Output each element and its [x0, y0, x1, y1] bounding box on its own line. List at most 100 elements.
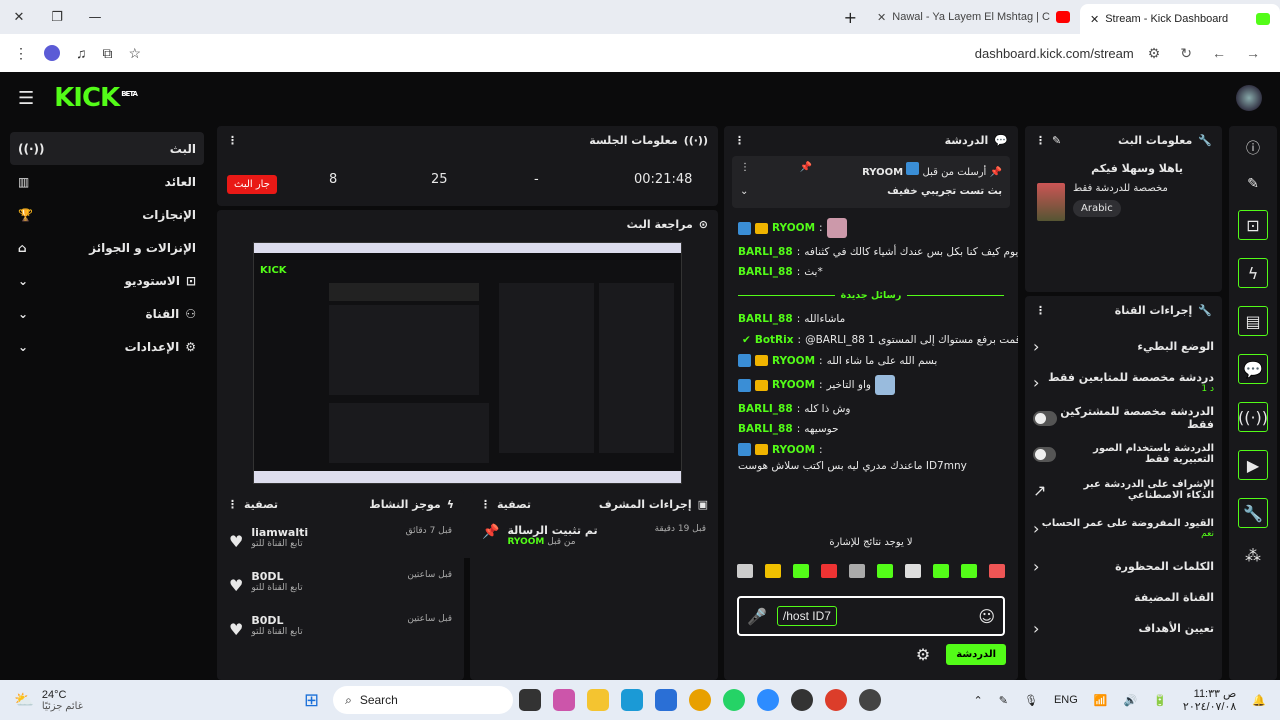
subscribers-only-toggle[interactable] — [1033, 410, 1057, 426]
wrench-icon[interactable]: 🔧 — [1238, 498, 1268, 528]
search-box[interactable]: ⌕ Search — [333, 686, 514, 714]
start-icon[interactable]: ⊞ — [304, 690, 319, 711]
battery-icon[interactable]: 🔋 — [1153, 694, 1167, 707]
close-tab-icon[interactable]: ✕ — [877, 11, 886, 24]
hamburger-icon[interactable]: ☰ — [18, 88, 34, 109]
microphone-icon[interactable]: 🎤 — [747, 607, 767, 626]
video-icon[interactable]: ▶ — [1238, 450, 1268, 480]
back-icon[interactable]: ← — [1212, 45, 1226, 62]
extensions-icon[interactable]: ⧉ — [103, 45, 113, 62]
chat-user[interactable]: RYOOM — [772, 444, 815, 456]
more-icon[interactable]: ⋮ — [740, 162, 750, 178]
store-icon[interactable] — [655, 689, 678, 711]
chrome-icon[interactable] — [689, 689, 712, 711]
sidebar-item-revenue[interactable]: العائد ▥ — [10, 165, 204, 198]
chevron-up-icon[interactable]: ⌃ — [974, 694, 983, 707]
tab-kick-dashboard[interactable]: ✕ Stream - Kick Dashboard — [1080, 4, 1280, 34]
emote-icon[interactable] — [821, 564, 837, 578]
more-icon[interactable]: ⋮ — [1035, 304, 1046, 317]
edit-icon[interactable]: ✎ — [1052, 134, 1061, 147]
bolt-icon[interactable]: ϟ — [1238, 258, 1268, 288]
copilot-icon[interactable] — [553, 689, 576, 711]
edit-icon[interactable]: ✎ — [1247, 176, 1259, 192]
chrome-icon[interactable] — [825, 689, 848, 711]
filter-button[interactable]: تصفية — [244, 498, 278, 511]
obs-icon[interactable] — [791, 689, 814, 711]
broadcast-icon[interactable]: ((·)) — [1238, 402, 1268, 432]
chat-icon[interactable]: 💬 — [1238, 354, 1268, 384]
restore-window-icon[interactable]: ❐ — [38, 10, 76, 25]
chat-user[interactable]: BARLI_88 — [738, 423, 793, 435]
kick-logo[interactable]: KICK BETA — [54, 83, 138, 113]
notifications-icon[interactable]: 🔔 — [1252, 694, 1266, 707]
chat-user[interactable]: BotRix — [755, 334, 794, 346]
emote-icon[interactable] — [793, 564, 809, 578]
info-icon[interactable]: ⓘ — [1246, 138, 1260, 158]
zoom-icon[interactable] — [757, 689, 780, 711]
pin-icon[interactable]: 📌 — [800, 162, 812, 178]
chat-input[interactable]: /host ID7 — [776, 606, 837, 626]
clock[interactable]: ص 11:٣٣ ٢٠٢٤/٠٧/٠٨ — [1183, 687, 1236, 713]
chevron-down-icon[interactable]: ⌄ — [740, 186, 748, 197]
action-emote-only[interactable]: الدردشة باستخدام الصور التعبيرية فقط — [1033, 436, 1214, 472]
close-window-icon[interactable]: ✕ — [0, 10, 38, 25]
mod-icon[interactable]: ▤ — [1238, 306, 1268, 336]
settings-icon[interactable]: ⚙ — [916, 645, 930, 664]
emote-icon[interactable] — [765, 564, 781, 578]
pen-icon[interactable]: ✎ — [999, 694, 1008, 707]
action-ai-moderation[interactable]: ↗ الإشراف على الدردشة عبر الذكاء الاصطناع… — [1033, 472, 1214, 508]
chat-input-box[interactable]: 🎤 /host ID7 ☺ — [737, 596, 1005, 636]
whatsapp-icon[interactable] — [723, 689, 746, 711]
tab-youtube[interactable]: ✕ Nawal - Ya Layem El Mshtag | C — [867, 3, 1080, 31]
chat-user[interactable]: BARLI_88 — [738, 246, 793, 258]
chat-user[interactable]: RYOOM — [772, 355, 815, 367]
bookmark-star-icon[interactable]: ☆ — [129, 45, 142, 62]
chat-user[interactable]: BARLI_88 — [738, 403, 793, 415]
more-icon[interactable]: ⋮ — [480, 498, 491, 511]
more-icon[interactable]: ⋮ — [227, 498, 238, 511]
file-explorer-icon[interactable] — [587, 689, 610, 711]
sidebar-item-drops[interactable]: الإنزالات و الجوائز ⌂ — [10, 231, 204, 264]
wifi-icon[interactable]: 📶 — [1094, 694, 1108, 707]
emote-icon[interactable] — [849, 564, 865, 578]
more-icon[interactable]: ⋮ — [1035, 134, 1046, 147]
close-tab-icon[interactable]: ✕ — [1090, 13, 1099, 26]
emote-only-toggle[interactable] — [1033, 446, 1056, 462]
weather-widget[interactable]: ⛅ 24°C غائم جزئيًا — [0, 689, 290, 712]
language-indicator[interactable]: ENG — [1054, 694, 1078, 706]
edge-icon[interactable] — [621, 689, 644, 711]
chat-user[interactable]: RYOOM — [772, 222, 815, 234]
action-set-goals[interactable]: › تعيين الأهداف — [1033, 610, 1214, 646]
minimize-window-icon[interactable]: — — [76, 10, 114, 25]
sidebar-item-achievements[interactable]: الإنجازات 🏆 — [10, 198, 204, 231]
reload-icon[interactable]: ↻ — [1180, 45, 1192, 62]
filter-button[interactable]: تصفية — [497, 498, 531, 511]
url-field[interactable]: dashboard.kick.com/stream — [975, 46, 1148, 61]
sidebar-item-studio[interactable]: ⊡ الاستوديو ⌄ — [10, 264, 204, 297]
sidebar-item-channel[interactable]: ⚇ القناة ⌄ — [10, 297, 204, 330]
layout-icon[interactable]: ⁂ — [1245, 546, 1261, 565]
pinned-message[interactable]: ⋮ 📌 RYOOM أرسلت من قبل 📌 ⌄ بث تست تجريبي… — [732, 156, 1010, 208]
stop-stream-button[interactable]: جار البث — [227, 172, 277, 194]
action-followers-only[interactable]: › دردشة مخصصة للمتابعين فقط 1 د — [1033, 364, 1214, 400]
task-view-icon[interactable] — [519, 689, 542, 711]
emoji-icon[interactable]: ☺ — [978, 607, 995, 626]
studio-icon[interactable]: ⊡ — [1238, 210, 1268, 240]
emote-icon[interactable] — [877, 564, 893, 578]
stream-category[interactable]: مخصصة للدردشة فقط — [1073, 183, 1168, 194]
avatar[interactable] — [1236, 85, 1262, 111]
emote-icon[interactable] — [737, 564, 753, 578]
app-icon[interactable] — [859, 689, 882, 711]
emote-icon[interactable] — [989, 564, 1005, 578]
emote-icon[interactable] — [961, 564, 977, 578]
more-icon[interactable]: ⋮ — [734, 134, 745, 147]
forward-icon[interactable]: → — [1246, 45, 1260, 62]
chat-user[interactable]: BARLI_88 — [738, 313, 793, 325]
chat-user[interactable]: RYOOM — [772, 379, 815, 391]
volume-icon[interactable]: 🔊 — [1124, 694, 1138, 707]
new-tab-icon[interactable]: + — [834, 8, 867, 27]
more-icon[interactable]: ⋮ — [227, 134, 238, 147]
chat-user[interactable]: BARLI_88 — [738, 266, 793, 278]
sidebar-item-stream[interactable]: البث ((·)) — [10, 132, 204, 165]
send-chat-button[interactable]: الدردشة — [946, 644, 1006, 665]
